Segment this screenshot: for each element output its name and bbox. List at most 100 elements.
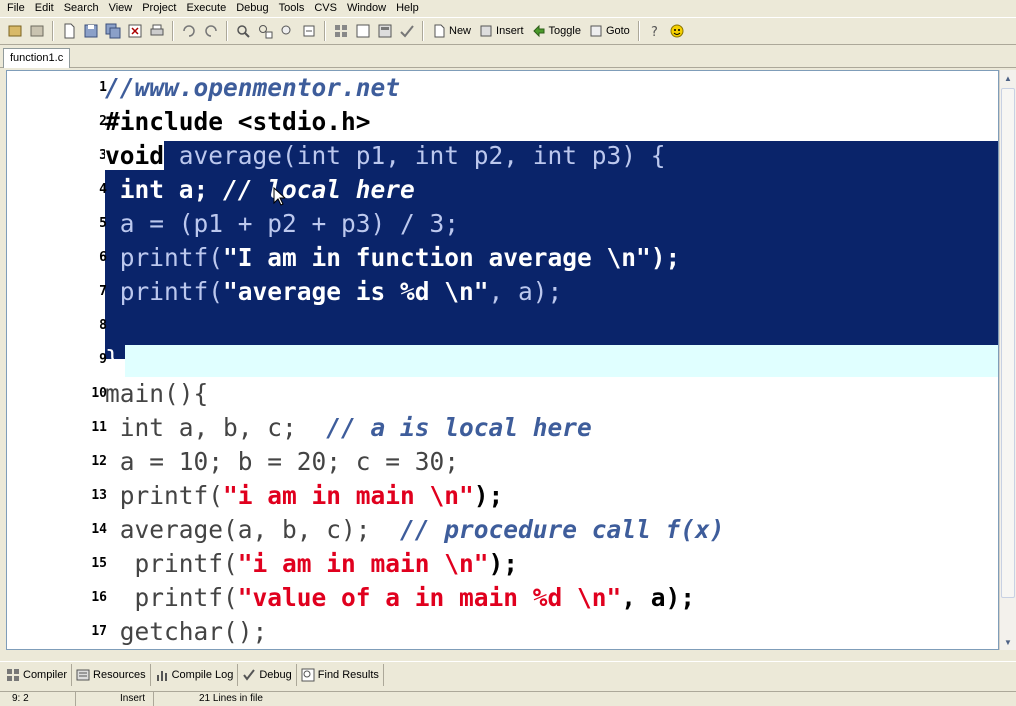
- code-text: int a, b, c; // a is local here: [105, 411, 592, 445]
- tab-find-results[interactable]: Find Results: [297, 663, 384, 686]
- code-line: 15 printf("i am in main \n");: [7, 547, 998, 581]
- line-number: 11: [91, 420, 107, 435]
- code: );: [488, 549, 519, 578]
- mouse-cursor-icon: [273, 187, 285, 206]
- line-number: 15: [91, 556, 107, 571]
- code-line: 14 average(a, b, c); // procedure call f…: [7, 513, 998, 547]
- tab-compile-log[interactable]: Compile Log: [151, 663, 239, 686]
- menu-edit[interactable]: Edit: [30, 1, 59, 15]
- compile-log-icon: [156, 670, 167, 681]
- toggle-label: Toggle: [548, 25, 581, 37]
- line-number: 2: [99, 114, 107, 129]
- code-line: 4 int a; // local here: [7, 173, 998, 207]
- menu-debug[interactable]: Debug: [231, 1, 273, 15]
- goto-line-icon[interactable]: [298, 20, 320, 42]
- compile-icon[interactable]: [330, 20, 352, 42]
- code: printf(: [105, 481, 224, 510]
- tab-label: Resources: [93, 668, 146, 681]
- code-line: 11 int a, b, c; // a is local here: [7, 411, 998, 445]
- code: printf(: [105, 583, 238, 612]
- line-number: 6: [99, 250, 107, 265]
- code-text: printf("value of a in main %d \n", a);: [105, 581, 696, 615]
- code-text: average(a, b, c); // procedure call f(x): [105, 513, 725, 547]
- code-text: a = 10; b = 20; c = 30;: [105, 447, 460, 476]
- new-label: New: [449, 25, 472, 37]
- code-text: //www.openmentor.net: [105, 71, 400, 105]
- replace-icon[interactable]: [254, 20, 276, 42]
- new-button[interactable]: New: [428, 20, 475, 42]
- code-line: 3 void average(int p1, int p2, int p3) {: [7, 139, 998, 173]
- save-all-icon[interactable]: [102, 20, 124, 42]
- save-icon[interactable]: [80, 20, 102, 42]
- menu-cvs[interactable]: CVS: [309, 1, 342, 15]
- code: int a, b, c;: [105, 413, 327, 442]
- menu-help[interactable]: Help: [391, 1, 424, 15]
- separator: [226, 21, 228, 41]
- undo-icon[interactable]: [178, 20, 200, 42]
- status-bar: 9: 2 Insert 21 Lines in file: [0, 691, 1016, 706]
- separator: [637, 21, 640, 41]
- code-text: printf("i am in main \n");: [105, 547, 519, 581]
- find-icon[interactable]: [232, 20, 254, 42]
- menu-tools[interactable]: Tools: [274, 1, 310, 15]
- code-line: 17 getchar();: [7, 615, 998, 649]
- comment: // a is local here: [326, 413, 592, 442]
- goto-bookmark-button[interactable]: Goto: [585, 20, 634, 42]
- vertical-scrollbar[interactable]: ▲ ▼: [999, 70, 1016, 650]
- print-icon[interactable]: [146, 20, 168, 42]
- scroll-up-icon[interactable]: ▲: [1000, 70, 1016, 86]
- scroll-down-icon[interactable]: ▼: [1000, 634, 1016, 650]
- menu-execute[interactable]: Execute: [181, 1, 231, 15]
- menu-view[interactable]: View: [104, 1, 138, 15]
- scroll-thumb[interactable]: [1001, 88, 1015, 598]
- line-number: 12: [91, 454, 107, 469]
- code-line: 16 printf("value of a in main %d \n", a)…: [7, 581, 998, 615]
- separator: [52, 21, 54, 41]
- compile-run-icon[interactable]: [374, 20, 396, 42]
- menu-window[interactable]: Window: [342, 1, 391, 15]
- selected-code: printf(: [105, 243, 224, 272]
- code-line: 10 main(){: [7, 377, 998, 411]
- find-results-icon: [301, 668, 315, 681]
- selected-code: average(int p1, int p2, int p3) {: [164, 141, 666, 170]
- close-project-icon[interactable]: [26, 20, 48, 42]
- tab-resources[interactable]: Resources: [72, 663, 151, 686]
- find-next-icon[interactable]: [276, 20, 298, 42]
- separator: [172, 21, 174, 41]
- rebuild-icon[interactable]: [396, 20, 418, 42]
- new-file-icon[interactable]: [58, 20, 80, 42]
- resources-icon: [76, 669, 90, 680]
- code-text: printf("I am in function average \n");: [105, 241, 681, 275]
- line-number: 7: [99, 284, 107, 299]
- line-number: 3: [99, 148, 107, 163]
- tab-debug[interactable]: Debug: [238, 663, 297, 686]
- tab-function1-c[interactable]: function1.c: [3, 48, 71, 68]
- toggle-bookmark-icon: [532, 24, 545, 38]
- menu-search[interactable]: Search: [59, 1, 104, 15]
- tab-label: Debug: [259, 668, 292, 681]
- insert-button[interactable]: Insert: [475, 20, 528, 42]
- code-editor[interactable]: 1 //www.openmentor.net 2 #include <stdio…: [6, 70, 999, 650]
- menu-file[interactable]: File: [2, 1, 30, 15]
- code: average(a, b, c);: [105, 515, 401, 544]
- code-line: 7 printf("average is %d \n", a);: [7, 275, 998, 309]
- code-text: getchar();: [105, 617, 268, 646]
- redo-icon[interactable]: [200, 20, 222, 42]
- menu-project[interactable]: Project: [137, 1, 181, 15]
- help-icon[interactable]: ?: [644, 20, 666, 42]
- close-file-icon[interactable]: [124, 20, 146, 42]
- string: "i am in main \n": [237, 549, 489, 578]
- run-icon[interactable]: [352, 20, 374, 42]
- selected-code: int a;: [105, 175, 224, 204]
- tab-label: Compile Log: [171, 668, 234, 681]
- toggle-bookmark-button[interactable]: Toggle: [528, 20, 585, 42]
- line-number: 8: [99, 318, 107, 333]
- code-line: 13 printf("i am in main \n");: [7, 479, 998, 513]
- about-smiley-icon[interactable]: [666, 20, 688, 42]
- file-tab-bar: function1.c: [0, 46, 1016, 68]
- line-number: 17: [91, 624, 107, 639]
- tab-compiler[interactable]: Compiler: [2, 663, 73, 686]
- open-project-icon[interactable]: [4, 20, 26, 42]
- code-text: main(){: [105, 379, 209, 408]
- selected-brace: }: [105, 345, 120, 374]
